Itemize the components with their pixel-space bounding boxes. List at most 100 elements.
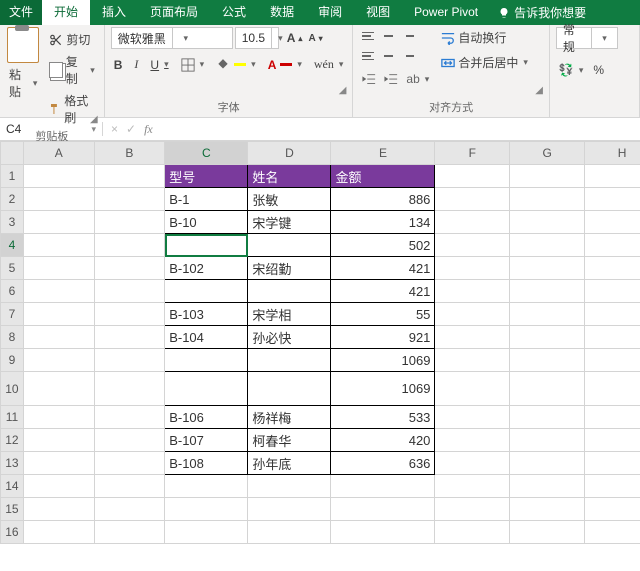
- cell[interactable]: 宋学相: [248, 303, 331, 326]
- cell[interactable]: B-104: [165, 326, 248, 349]
- paste-button[interactable]: 粘贴▾: [6, 64, 40, 102]
- row-header[interactable]: 14: [1, 475, 24, 498]
- row-header[interactable]: 9: [1, 349, 24, 372]
- cell[interactable]: 886: [331, 188, 435, 211]
- col-header[interactable]: C: [165, 142, 248, 165]
- align-center[interactable]: [379, 47, 397, 65]
- tab-power-pivot[interactable]: Power Pivot: [402, 0, 490, 25]
- tab-insert[interactable]: 插入: [90, 0, 138, 25]
- cell[interactable]: 孙年底: [248, 452, 331, 475]
- col-header[interactable]: E: [331, 142, 435, 165]
- row-header[interactable]: 1: [1, 165, 24, 188]
- align-left[interactable]: [359, 47, 377, 65]
- row-header[interactable]: 15: [1, 498, 24, 521]
- cell[interactable]: [248, 280, 331, 303]
- align-launcher[interactable]: ◢: [535, 85, 543, 96]
- cell[interactable]: 636: [331, 452, 435, 475]
- tab-file[interactable]: 文件: [0, 0, 42, 25]
- align-right[interactable]: [399, 47, 417, 65]
- row-header[interactable]: 16: [1, 521, 24, 544]
- col-header[interactable]: D: [248, 142, 331, 165]
- cell[interactable]: B-108: [165, 452, 248, 475]
- table-header-model[interactable]: 型号: [165, 165, 248, 188]
- tab-home[interactable]: 开始: [42, 0, 90, 25]
- orientation-button[interactable]: ab▾: [403, 70, 432, 88]
- cell[interactable]: [165, 280, 248, 303]
- tab-view[interactable]: 视图: [354, 0, 402, 25]
- font-size-combo[interactable]: 10.5▾: [235, 27, 279, 49]
- copy-button[interactable]: 复制▾: [46, 51, 97, 89]
- wrap-text-button[interactable]: 自动换行: [438, 27, 531, 48]
- cell[interactable]: B-10: [165, 211, 248, 234]
- col-header[interactable]: G: [510, 142, 585, 165]
- row-header[interactable]: 5: [1, 257, 24, 280]
- cell[interactable]: [165, 234, 248, 257]
- fx-icon[interactable]: fx: [144, 122, 153, 137]
- cell[interactable]: 533: [331, 406, 435, 429]
- worksheet[interactable]: A B C D E F G H 1 型号 姓名 金额 2B-1张敏8863B-1…: [0, 141, 640, 571]
- borders-button[interactable]: ▾: [178, 56, 208, 74]
- table-header-name[interactable]: 姓名: [248, 165, 331, 188]
- cell[interactable]: 柯春华: [248, 429, 331, 452]
- row-header[interactable]: 6: [1, 280, 24, 303]
- paste-icon[interactable]: [7, 27, 39, 63]
- col-header[interactable]: H: [585, 142, 640, 165]
- col-header[interactable]: A: [23, 142, 94, 165]
- tab-data[interactable]: 数据: [258, 0, 306, 25]
- cell[interactable]: 921: [331, 326, 435, 349]
- align-top-right[interactable]: [399, 27, 417, 45]
- tab-formulas[interactable]: 公式: [210, 0, 258, 25]
- cell[interactable]: [248, 234, 331, 257]
- cell[interactable]: 502: [331, 234, 435, 257]
- accounting-format-button[interactable]: 💱▾: [556, 61, 586, 79]
- cell[interactable]: 孙必快: [248, 326, 331, 349]
- enter-formula-icon[interactable]: ✓: [126, 122, 136, 136]
- cell[interactable]: 134: [331, 211, 435, 234]
- table-header-amount[interactable]: 金额: [331, 165, 435, 188]
- cell[interactable]: 55: [331, 303, 435, 326]
- row-header[interactable]: 3: [1, 211, 24, 234]
- cell[interactable]: [165, 372, 248, 406]
- row-header[interactable]: 7: [1, 303, 24, 326]
- font-name-combo[interactable]: 微软雅黑▾: [111, 27, 233, 49]
- cell[interactable]: 1069: [331, 349, 435, 372]
- tab-page-layout[interactable]: 页面布局: [138, 0, 210, 25]
- cell[interactable]: [165, 349, 248, 372]
- cell[interactable]: [248, 349, 331, 372]
- select-all-corner[interactable]: [1, 142, 24, 165]
- cell[interactable]: 宋绍勤: [248, 257, 331, 280]
- col-header[interactable]: F: [435, 142, 510, 165]
- cell[interactable]: B-106: [165, 406, 248, 429]
- row-header[interactable]: 4: [1, 234, 24, 257]
- cell[interactable]: 420: [331, 429, 435, 452]
- decrease-indent-button[interactable]: [359, 70, 379, 88]
- col-header[interactable]: B: [94, 142, 165, 165]
- fill-color-button[interactable]: ▾: [213, 56, 259, 74]
- row-header[interactable]: 13: [1, 452, 24, 475]
- underline-button[interactable]: U▾: [147, 56, 171, 74]
- row-header[interactable]: 8: [1, 326, 24, 349]
- cell[interactable]: 421: [331, 257, 435, 280]
- percent-format-button[interactable]: %: [590, 61, 607, 79]
- row-header[interactable]: 10: [1, 372, 24, 406]
- cancel-formula-icon[interactable]: ×: [111, 122, 118, 136]
- cell[interactable]: 1069: [331, 372, 435, 406]
- number-format-combo[interactable]: 常规▾: [556, 27, 618, 49]
- cell[interactable]: B-102: [165, 257, 248, 280]
- font-launcher[interactable]: ◢: [339, 85, 347, 96]
- increase-font-button[interactable]: A▴: [285, 31, 305, 45]
- cut-button[interactable]: 剪切: [46, 29, 97, 50]
- cell[interactable]: [248, 372, 331, 406]
- name-box[interactable]: C4▾: [0, 122, 103, 136]
- italic-button[interactable]: I: [131, 55, 141, 74]
- align-top-center[interactable]: [379, 27, 397, 45]
- decrease-font-button[interactable]: A▾: [306, 31, 324, 45]
- cell[interactable]: B-107: [165, 429, 248, 452]
- row-header[interactable]: 11: [1, 406, 24, 429]
- cell[interactable]: 张敏: [248, 188, 331, 211]
- cell[interactable]: 宋学键: [248, 211, 331, 234]
- cell[interactable]: 杨祥梅: [248, 406, 331, 429]
- bold-button[interactable]: B: [111, 56, 126, 74]
- tab-review[interactable]: 审阅: [306, 0, 354, 25]
- cell[interactable]: 421: [331, 280, 435, 303]
